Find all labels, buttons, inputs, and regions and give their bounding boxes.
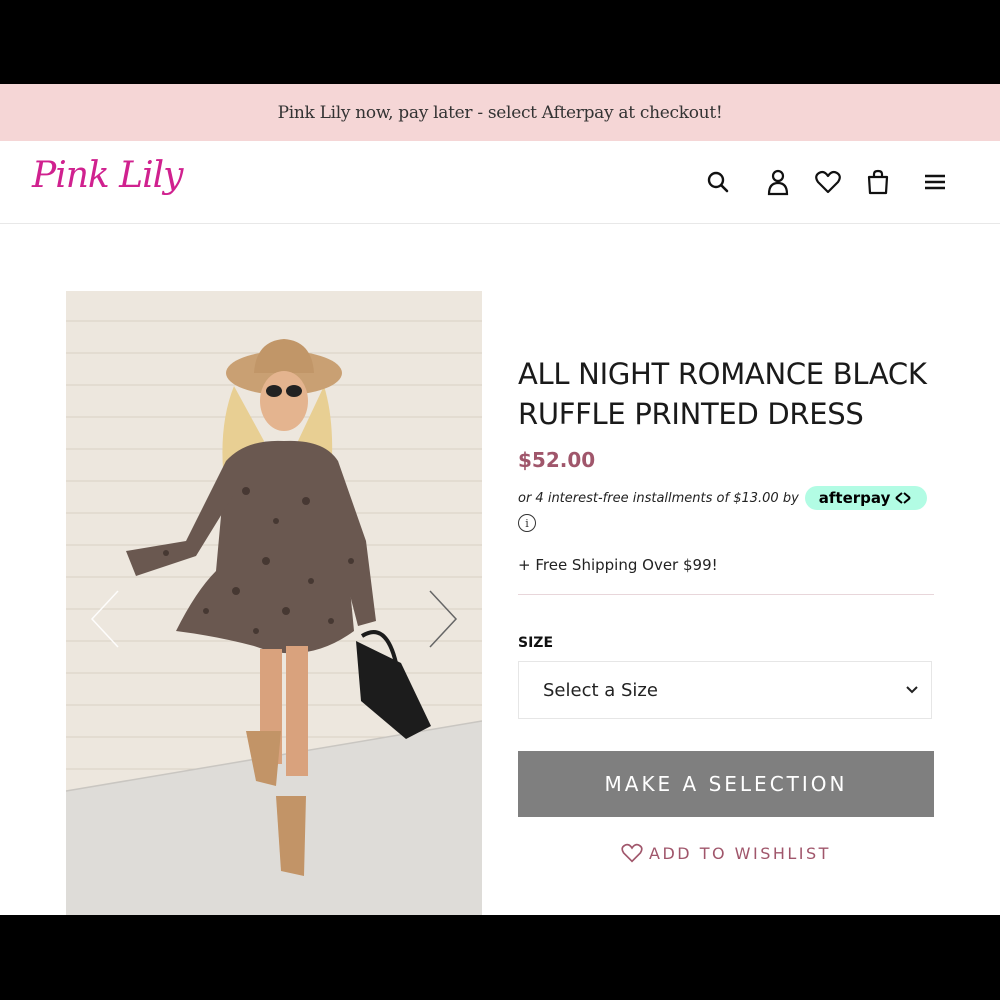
brand-logo[interactable]: Pink Lily: [32, 155, 183, 196]
product-info: ALL NIGHT ROMANCE BLACK RUFFLE PRINTED D…: [518, 354, 938, 863]
afterpay-label: afterpay: [818, 489, 891, 507]
installments-text: or 4 interest-free installments of $13.0…: [518, 490, 799, 506]
heart-icon[interactable]: [814, 168, 842, 196]
size-select[interactable]: Select a Size: [518, 661, 932, 719]
site-header: Pink Lily: [0, 141, 1000, 224]
app-screen: Pink Lily now, pay later - select Afterp…: [0, 84, 1000, 915]
afterpay-arrows-icon: [895, 492, 911, 504]
size-select-value: Select a Size: [543, 679, 658, 701]
product-price: $52.00: [518, 448, 596, 472]
bag-icon[interactable]: [864, 168, 892, 196]
promo-text: Pink Lily now, pay later - select Afterp…: [277, 102, 723, 123]
menu-icon[interactable]: [921, 168, 949, 196]
afterpay-badge[interactable]: afterpay: [804, 486, 928, 510]
make-selection-button[interactable]: MAKE A SELECTION: [518, 751, 934, 817]
afterpay-installments: or 4 interest-free installments of $13.0…: [518, 486, 938, 510]
promo-banner[interactable]: Pink Lily now, pay later - select Afterp…: [0, 84, 1000, 141]
divider: [518, 594, 934, 595]
size-label: SIZE: [518, 635, 554, 651]
heart-outline-icon: [621, 843, 643, 863]
chevron-left-icon[interactable]: [88, 589, 122, 649]
chevron-down-icon: [906, 686, 918, 694]
product-image-gallery[interactable]: [66, 291, 482, 915]
search-icon[interactable]: [704, 168, 732, 196]
account-icon[interactable]: [764, 168, 792, 196]
add-to-wishlist-link[interactable]: ADD TO WISHLIST: [518, 843, 934, 863]
product-photo: [66, 291, 482, 915]
product-title: ALL NIGHT ROMANCE BLACK RUFFLE PRINTED D…: [518, 357, 927, 431]
free-shipping-note: + Free Shipping Over $99!: [518, 556, 718, 574]
info-icon[interactable]: i: [518, 514, 536, 532]
chevron-right-icon[interactable]: [426, 589, 460, 649]
wishlist-label: ADD TO WISHLIST: [649, 843, 831, 863]
